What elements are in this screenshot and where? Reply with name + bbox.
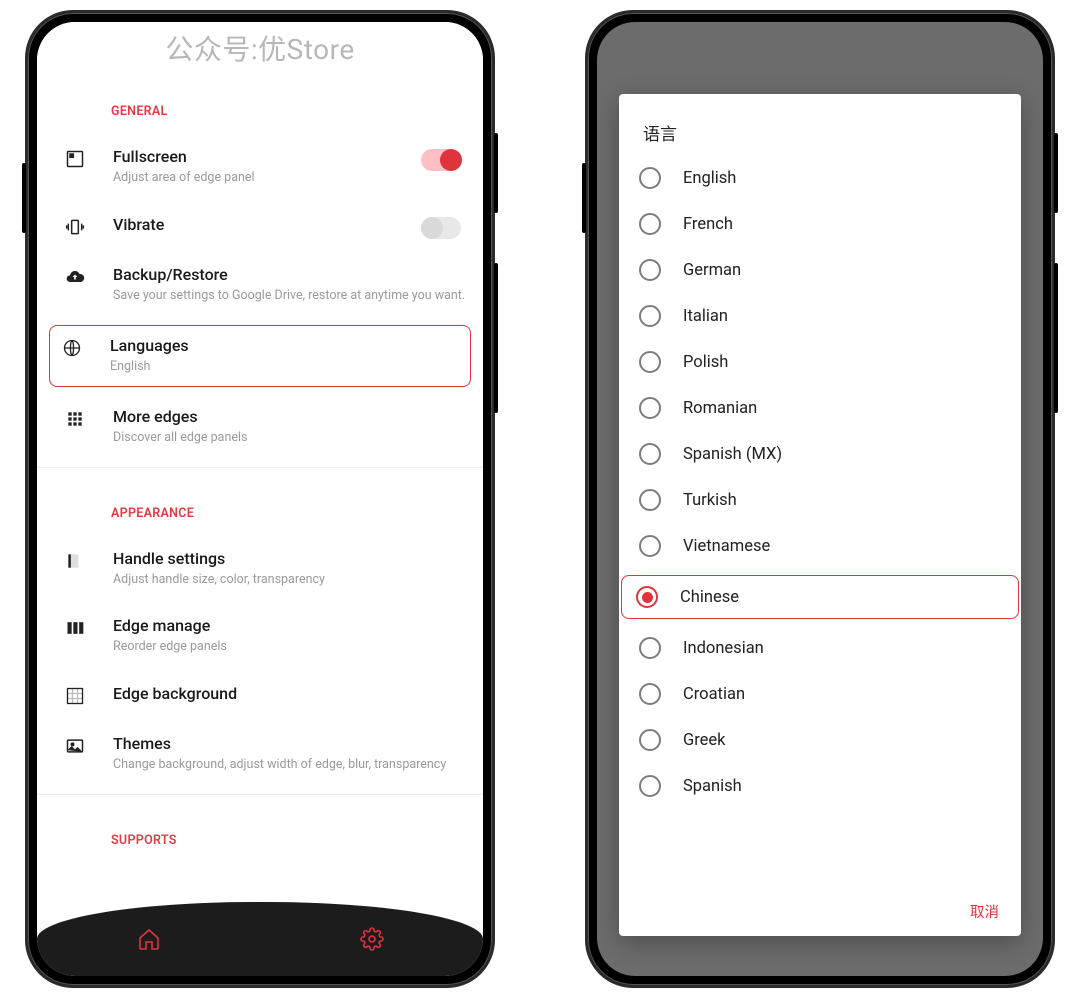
language-option-vietnamese[interactable]: Vietnamese xyxy=(625,523,1015,569)
language-option-label: Greek xyxy=(683,731,726,750)
language-option-label: Romanian xyxy=(683,399,757,418)
language-option-greek[interactable]: Greek xyxy=(625,717,1015,763)
language-dialog: 语言 English French German Italian Polish Roman… xyxy=(619,94,1021,936)
cloud-upload-icon xyxy=(57,265,93,287)
language-option-chinese[interactable]: Chinese xyxy=(621,575,1019,619)
language-option-turkish[interactable]: Turkish xyxy=(625,477,1015,523)
settings-row-languages[interactable]: Languages English xyxy=(49,325,471,387)
language-option-polish[interactable]: Polish xyxy=(625,339,1015,385)
radio-icon xyxy=(639,775,661,797)
language-option-label: German xyxy=(683,261,741,280)
settings-row-edge-background[interactable]: Edge background xyxy=(53,670,467,720)
apps-grid-icon xyxy=(57,407,93,429)
toggle-fullscreen[interactable] xyxy=(421,149,461,171)
settings-row-title: Edge background xyxy=(113,684,467,703)
settings-row-title: Themes xyxy=(113,734,467,753)
settings-row-title: Backup/Restore xyxy=(113,265,467,284)
radio-icon xyxy=(639,213,661,235)
vibrate-icon xyxy=(57,215,93,237)
radio-icon xyxy=(639,167,661,189)
settings-row-vibrate[interactable]: Vibrate xyxy=(53,201,467,251)
language-option-label: Vietnamese xyxy=(683,537,770,556)
language-option-label: Chinese xyxy=(680,588,739,607)
section-divider xyxy=(37,794,483,795)
language-option-english[interactable]: English xyxy=(625,155,1015,201)
language-option-label: Spanish xyxy=(683,777,742,796)
phone-frame-left: 公众号:优Store GENERALFullscreenAdjust area … xyxy=(25,10,495,988)
language-option-spanish[interactable]: Spanish xyxy=(625,763,1015,809)
language-option-french[interactable]: French xyxy=(625,201,1015,247)
settings-row-title: Fullscreen xyxy=(113,147,467,166)
radio-icon xyxy=(639,535,661,557)
settings-row-subtitle: Reorder edge panels xyxy=(113,639,467,656)
language-option-label: Polish xyxy=(683,353,728,372)
language-option-label: Spanish (MX) xyxy=(683,445,782,464)
radio-icon xyxy=(639,397,661,419)
radio-icon xyxy=(639,259,661,281)
settings-row-title: Handle settings xyxy=(113,549,467,568)
radio-icon xyxy=(639,683,661,705)
settings-row-edge-manage[interactable]: Edge manage Reorder edge panels xyxy=(53,602,467,670)
radio-icon xyxy=(639,729,661,751)
cancel-button[interactable]: 取消 xyxy=(970,901,999,922)
settings-row-subtitle: Save your settings to Google Drive, rest… xyxy=(113,288,467,305)
nav-settings[interactable] xyxy=(260,902,483,976)
settings-row-more-edges[interactable]: More edges Discover all edge panels xyxy=(53,393,467,461)
nav-home[interactable] xyxy=(37,902,260,976)
columns-icon xyxy=(57,616,93,638)
language-option-label: Turkish xyxy=(683,491,737,510)
image-icon xyxy=(57,734,93,756)
screen-settings: 公众号:优Store GENERALFullscreenAdjust area … xyxy=(37,22,483,976)
settings-row-title: Vibrate xyxy=(113,215,467,234)
settings-row-subtitle: Discover all edge panels xyxy=(113,430,467,447)
fullscreen-icon xyxy=(57,147,93,169)
settings-row-title: Edge manage xyxy=(113,616,467,635)
language-option-spanish-mx-[interactable]: Spanish (MX) xyxy=(625,431,1015,477)
language-option-italian[interactable]: Italian xyxy=(625,293,1015,339)
settings-row-handle-settings[interactable]: Handle settings Adjust handle size, color… xyxy=(53,535,467,603)
pattern-icon xyxy=(57,684,93,706)
globe-icon xyxy=(54,336,90,358)
radio-icon xyxy=(639,637,661,659)
radio-icon xyxy=(639,351,661,373)
dialog-title: 语言 xyxy=(619,94,1021,155)
section-divider xyxy=(37,467,483,468)
toggle-vibrate[interactable] xyxy=(421,217,461,239)
settings-row-subtitle: Change background, adjust width of edge,… xyxy=(113,757,467,774)
settings-row-title: Languages xyxy=(110,336,470,355)
section-header: APPEARANCE xyxy=(53,474,467,535)
language-option-label: Indonesian xyxy=(683,639,764,658)
settings-row-themes[interactable]: Themes Change background, adjust width of… xyxy=(53,720,467,788)
radio-icon xyxy=(639,489,661,511)
language-option-indonesian[interactable]: Indonesian xyxy=(625,625,1015,671)
language-option-label: French xyxy=(683,215,733,234)
radio-icon xyxy=(639,305,661,327)
settings-row-backup-restore[interactable]: Backup/Restore Save your settings to Goog… xyxy=(53,251,467,319)
phone-frame-right: 语言 English French German Italian Polish Roman… xyxy=(585,10,1055,988)
settings-row-title: More edges xyxy=(113,407,467,426)
radio-icon xyxy=(636,586,658,608)
language-option-romanian[interactable]: Romanian xyxy=(625,385,1015,431)
section-header: GENERAL xyxy=(53,72,467,133)
language-option-list[interactable]: English French German Italian Polish Romanian… xyxy=(619,155,1021,893)
screen-language-dialog: 语言 English French German Italian Polish Roman… xyxy=(597,22,1043,976)
language-option-german[interactable]: German xyxy=(625,247,1015,293)
settings-row-fullscreen[interactable]: Fullscreen Adjust area of edge panel xyxy=(53,133,467,201)
settings-row-subtitle: English xyxy=(110,359,470,376)
bottom-nav xyxy=(37,902,483,976)
language-option-croatian[interactable]: Croatian xyxy=(625,671,1015,717)
language-option-label: Croatian xyxy=(683,685,745,704)
language-option-label: English xyxy=(683,169,736,188)
section-header: SUPPORTS xyxy=(53,801,467,862)
settings-row-subtitle: Adjust handle size, color, transparency xyxy=(113,572,467,589)
settings-row-subtitle: Adjust area of edge panel xyxy=(113,170,467,187)
language-option-label: Italian xyxy=(683,307,728,326)
radio-icon xyxy=(639,443,661,465)
handle-icon xyxy=(57,549,93,571)
